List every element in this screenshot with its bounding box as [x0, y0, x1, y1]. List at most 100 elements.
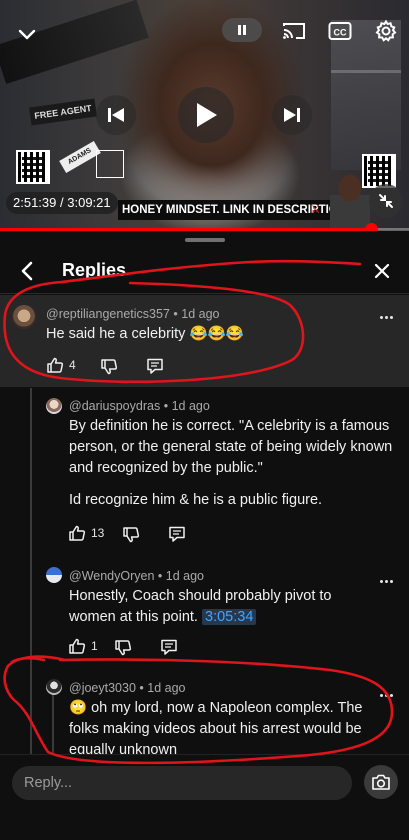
comment-age: 1d ago: [181, 307, 220, 321]
pause-button[interactable]: [222, 18, 262, 42]
collapse-player-button[interactable]: [10, 20, 44, 50]
more-vert-icon: [379, 315, 393, 319]
pause-icon: [238, 25, 246, 35]
total-time: 3:09:21: [67, 195, 111, 210]
comment-text: Honestly, Coach should probably pivot to…: [69, 586, 369, 628]
reply-comment: @joeyt3030 • 1d ago 🙄 oh my lord, now a …: [0, 679, 409, 758]
time-display: 2:51:39 / 3:09:21: [6, 192, 118, 214]
panel-title: Replies: [62, 260, 127, 280]
meta-separator: •: [157, 569, 163, 583]
comment-meta: @joeyt3030 • 1d ago: [69, 681, 186, 695]
comment-age: 1d ago: [171, 399, 210, 413]
reply-button[interactable]: [146, 357, 164, 375]
reply-comment: @WendyOryen • 1d ago Honestly, Coach sho…: [0, 567, 409, 657]
banner-logo-icon: ⚔: [310, 202, 321, 216]
drag-handle[interactable]: [185, 238, 225, 242]
dislike-button[interactable]: [122, 526, 140, 544]
thumbs-up-icon: [69, 638, 86, 654]
cast-icon: [283, 23, 305, 39]
replies-panel: Replies @reptiliangenetics357 • 1d ago H…: [0, 231, 409, 840]
captions-button[interactable]: CC: [326, 18, 354, 44]
thumbs-down-icon: [101, 359, 118, 375]
meta-separator: •: [163, 399, 169, 413]
gear-icon: [375, 19, 397, 42]
comment-meta: @reptiliangenetics357 • 1d ago: [46, 307, 219, 321]
dislike-button[interactable]: [100, 358, 118, 376]
reply-composer: [0, 754, 409, 840]
comment-text: He said he a celebrity 😂😂😂: [46, 326, 244, 342]
play-icon: [197, 103, 217, 127]
reply-input[interactable]: [12, 766, 352, 800]
like-button[interactable]: 13: [68, 524, 104, 542]
like-button[interactable]: 1: [68, 637, 98, 655]
comment-meta: @WendyOryen • 1d ago: [69, 569, 204, 583]
camera-button[interactable]: [364, 765, 398, 799]
dislike-button[interactable]: [114, 639, 132, 657]
comment-age: 1d ago: [165, 569, 205, 583]
avatar[interactable]: [46, 679, 62, 695]
comment-text: By definition he is correct. "A celebrit…: [69, 418, 393, 476]
thumbs-down-icon: [115, 640, 132, 656]
comment-icon: [161, 639, 177, 655]
more-options-button[interactable]: [376, 571, 396, 591]
video-player[interactable]: FREE AGENT ADAMS HONEY MINDSET. LINK IN …: [0, 0, 409, 230]
skip-previous-icon: [108, 108, 124, 122]
chevron-left-icon: [21, 261, 33, 281]
like-count: 1: [91, 639, 98, 653]
settings-button[interactable]: [370, 15, 402, 47]
reply-button[interactable]: [160, 638, 178, 656]
video-timestamp-link[interactable]: 3:05:34: [202, 609, 257, 625]
close-icon: [374, 263, 390, 279]
inset-person-image: [330, 168, 370, 228]
like-button[interactable]: 4: [46, 356, 76, 374]
qr-code-left: [16, 150, 50, 184]
cast-button[interactable]: [278, 16, 310, 46]
header-divider: [0, 293, 409, 294]
thumbs-up-icon: [47, 357, 64, 373]
reply-comment: @dariuspoydras • 1d ago By definition he…: [0, 394, 409, 544]
time-separator: /: [60, 195, 64, 210]
qr-label: [96, 150, 124, 178]
comment-age: 1d ago: [147, 681, 186, 695]
video-banner: HONEY MINDSET. LINK IN DESCRIPTION: [118, 200, 330, 220]
avatar[interactable]: [12, 305, 36, 329]
meta-separator: •: [173, 307, 178, 321]
avatar[interactable]: [46, 398, 62, 414]
fullscreen-button[interactable]: [369, 184, 403, 218]
svg-text:CC: CC: [334, 28, 347, 38]
more-options-button[interactable]: [376, 685, 396, 705]
comment-text: 🙄 oh my lord, now a Napoleon complex. Th…: [69, 698, 374, 761]
next-video-button[interactable]: [272, 95, 312, 135]
meta-separator: •: [139, 681, 144, 695]
avatar[interactable]: [46, 567, 62, 583]
author-handle[interactable]: @reptiliangenetics357: [46, 307, 170, 321]
more-vert-icon: [379, 579, 393, 583]
cc-icon: CC: [328, 22, 352, 40]
panel-header: Replies: [0, 251, 409, 291]
author-handle[interactable]: @dariuspoydras: [69, 399, 160, 413]
back-button[interactable]: [14, 257, 40, 285]
eye-roll-emoji: 🙄: [69, 700, 88, 716]
comment-icon: [169, 526, 185, 542]
skip-next-icon: [284, 108, 300, 122]
comment-body: Honestly, Coach should probably pivot to…: [69, 588, 332, 625]
thumbs-up-icon: [69, 525, 86, 541]
reply-button[interactable]: [168, 525, 186, 543]
like-count: 13: [91, 526, 105, 540]
adams-sign: ADAMS: [59, 140, 101, 174]
fullscreen-exit-icon: [379, 194, 393, 208]
more-options-button[interactable]: [376, 307, 396, 327]
author-handle[interactable]: @WendyOryen: [69, 569, 154, 583]
close-button[interactable]: [368, 257, 396, 285]
play-button[interactable]: [178, 87, 234, 143]
more-vert-icon: [379, 693, 393, 697]
previous-video-button[interactable]: [96, 95, 136, 135]
free-agent-sign: FREE AGENT: [29, 98, 97, 126]
parent-comment: @reptiliangenetics357 • 1d ago He said h…: [0, 295, 409, 387]
thumbs-down-icon: [123, 527, 140, 543]
comment-body: oh my lord, now a Napoleon complex. The …: [69, 700, 363, 758]
chevron-down-icon: [18, 29, 36, 40]
author-handle[interactable]: @joeyt3030: [69, 681, 136, 695]
comment-meta: @dariuspoydras • 1d ago: [69, 399, 210, 413]
comment-text-paragraph-2: Id recognize him & he is a public figure…: [69, 492, 323, 508]
